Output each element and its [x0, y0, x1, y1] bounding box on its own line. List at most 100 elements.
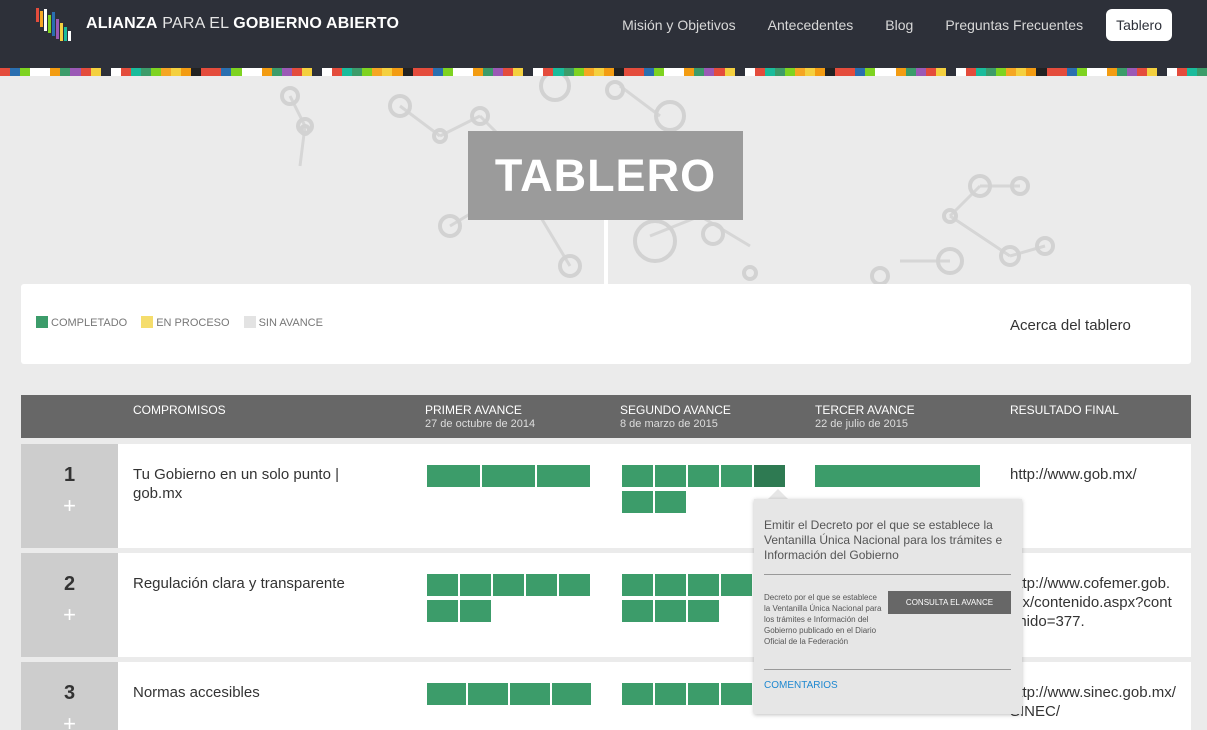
stripe-segment: [674, 68, 685, 76]
commitment-number: 1: [63, 464, 76, 486]
progress-block[interactable]: [482, 465, 535, 487]
progress-block[interactable]: [427, 465, 480, 487]
legend-en-proceso: EN PROCESO: [141, 316, 230, 329]
stripe-segment: [1177, 68, 1188, 76]
stripe-segment: [935, 68, 946, 76]
about-dashboard-link[interactable]: Acerca del tablero: [1010, 317, 1131, 334]
stripe-segment: [1167, 68, 1178, 76]
progress-block[interactable]: [622, 491, 653, 513]
menu-item-antecedentes[interactable]: Antecedentes: [768, 10, 854, 40]
column-date: 22 de julio de 2015: [815, 418, 908, 430]
stripe-segment: [966, 68, 977, 76]
column-label: SEGUNDO AVANCE: [620, 403, 731, 417]
stripe-segment: [764, 68, 775, 76]
menu-item-blog[interactable]: Blog: [885, 10, 913, 40]
expand-plus-icon[interactable]: +: [21, 713, 118, 730]
result-url[interactable]: http://www.sinec.gob.mx/SINEC/: [1010, 683, 1180, 721]
stripe-segment: [976, 68, 987, 76]
menu-item-tablero[interactable]: Tablero: [1106, 9, 1172, 41]
brand-part-2: PARA EL: [162, 15, 229, 32]
commitment-name[interactable]: Tu Gobierno en un solo punto | gob.mx: [133, 465, 373, 503]
stripe-segment: [905, 68, 916, 76]
consulta-avance-button[interactable]: CONSULTA EL AVANCE: [888, 591, 1011, 614]
popover-title: Emitir el Decreto por el que se establec…: [764, 518, 1003, 562]
progress-block[interactable]: [559, 574, 590, 596]
menu-item-mision[interactable]: Misión y Objetivos: [622, 10, 736, 40]
stripe-segment: [10, 68, 21, 76]
stripe-segment: [613, 68, 624, 76]
progress-block[interactable]: [655, 465, 686, 487]
progress-block[interactable]: [815, 465, 980, 487]
stripe-segment: [100, 68, 111, 76]
progress-block[interactable]: [427, 574, 458, 596]
stripe-segment: [664, 68, 675, 76]
expand-plus-icon[interactable]: +: [21, 495, 118, 517]
stripe-segment: [201, 68, 212, 76]
stripe-segment: [784, 68, 795, 76]
progress-block[interactable]: [552, 683, 591, 705]
progress-block[interactable]: [537, 465, 590, 487]
stripe-segment: [50, 68, 61, 76]
progress-block[interactable]: [721, 574, 752, 596]
stripe-segment: [0, 68, 11, 76]
progress-block[interactable]: [655, 574, 686, 596]
logo-icon[interactable]: [34, 7, 74, 43]
stripe-segment: [140, 68, 151, 76]
progress-block[interactable]: [510, 683, 550, 705]
stripe-segment: [603, 68, 614, 76]
stripe-segment: [110, 68, 121, 76]
stripe-segment: [583, 68, 594, 76]
progress-block[interactable]: [655, 600, 686, 622]
progress-block[interactable]: [622, 683, 653, 705]
stripe-segment: [472, 68, 483, 76]
progress-block[interactable]: [688, 574, 719, 596]
stripe-segment: [945, 68, 956, 76]
brand-name[interactable]: ALIANZA PARA EL GOBIERNO ABIERTO: [86, 15, 399, 33]
stripe-segment: [623, 68, 634, 76]
progress-block[interactable]: [688, 683, 719, 705]
stripe-segment: [1116, 68, 1127, 76]
progress-block-selected[interactable]: [754, 465, 785, 487]
stripe-segment: [593, 68, 604, 76]
menu-item-preguntas[interactable]: Preguntas Frecuentes: [945, 10, 1083, 40]
progress-block[interactable]: [721, 465, 752, 487]
stripe-segment: [402, 68, 413, 76]
progress-block[interactable]: [622, 574, 653, 596]
progress-block[interactable]: [721, 683, 752, 705]
stripe-segment: [412, 68, 423, 76]
commitment-name[interactable]: Regulación clara y transparente: [133, 574, 373, 593]
column-label: PRIMER AVANCE: [425, 403, 522, 417]
commitment-number-cell: 1 +: [21, 444, 118, 548]
stripe-segment: [261, 68, 272, 76]
progress-block[interactable]: [655, 491, 686, 513]
result-url[interactable]: http://www.gob.mx/: [1010, 465, 1180, 484]
stripe-segment: [462, 68, 473, 76]
progress-block[interactable]: [493, 574, 524, 596]
progress-block[interactable]: [526, 574, 557, 596]
legend-sin-avance: SIN AVANCE: [243, 316, 323, 329]
progress-block[interactable]: [468, 683, 508, 705]
stripe-segment: [1197, 68, 1207, 76]
stripe-segment: [291, 68, 302, 76]
stripe-segment: [20, 68, 31, 76]
progress-block[interactable]: [688, 600, 719, 622]
column-date: 27 de octubre de 2014: [425, 418, 536, 430]
stripe-segment: [744, 68, 755, 76]
comments-link[interactable]: COMENTARIOS: [764, 680, 838, 691]
stripe-segment: [150, 68, 161, 76]
column-primer-avance: PRIMER AVANCE 27 de octubre de 2014: [425, 403, 535, 430]
progress-block[interactable]: [655, 683, 686, 705]
progress-block[interactable]: [427, 683, 466, 705]
progress-block[interactable]: [460, 600, 491, 622]
progress-block[interactable]: [427, 600, 458, 622]
commitment-name[interactable]: Normas accesibles: [133, 683, 373, 702]
progress-block[interactable]: [622, 465, 653, 487]
stripe-segment: [221, 68, 232, 76]
stripe-segment: [986, 68, 997, 76]
expand-plus-icon[interactable]: +: [21, 604, 118, 626]
progress-block[interactable]: [688, 465, 719, 487]
stripe-segment: [392, 68, 403, 76]
result-url[interactable]: http://www.cofemer.gob.mx/contenido.aspx…: [1010, 574, 1180, 631]
progress-block[interactable]: [622, 600, 653, 622]
progress-block[interactable]: [460, 574, 491, 596]
